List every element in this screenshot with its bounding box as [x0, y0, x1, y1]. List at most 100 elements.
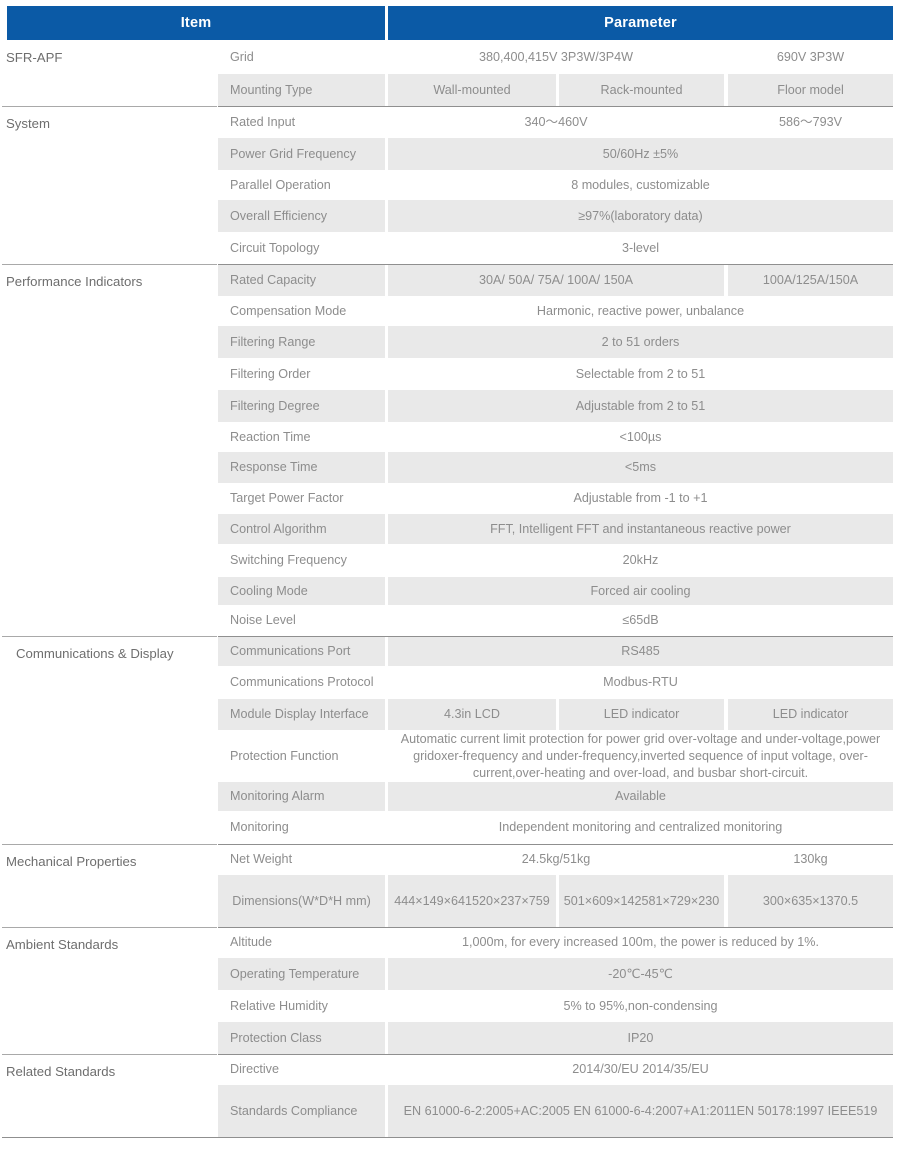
- row-value: 340～460V: [388, 106, 724, 138]
- row-value: Floor model: [728, 74, 893, 106]
- table-row: Monitoring AlarmAvailable: [0, 782, 900, 811]
- group-cell: [0, 483, 218, 514]
- section-rule: [218, 927, 893, 928]
- group-cell: Performance Indicators: [0, 264, 218, 296]
- row-value: 20kHz: [388, 544, 893, 577]
- group-cell: [0, 200, 218, 232]
- group-cell: [0, 730, 218, 782]
- row-value: Harmonic, reactive power, unbalance: [388, 296, 893, 326]
- table-row: Filtering OrderSelectable from 2 to 51: [0, 358, 900, 390]
- row-label: Filtering Degree: [218, 390, 385, 422]
- row-value: Modbus-RTU: [388, 666, 893, 699]
- row-label: Operating Temperature: [218, 958, 385, 990]
- spec-table-page: Item Parameter SFR-APFGrid380,400,415V 3…: [0, 0, 900, 1175]
- table-row: Communications ProtocolModbus-RTU: [0, 666, 900, 699]
- table-row: Cooling ModeForced air cooling: [0, 577, 900, 605]
- group-label-communications-display: Communications & Display: [16, 646, 222, 661]
- row-label: Cooling Mode: [218, 577, 385, 605]
- row-label: Rated Input: [218, 106, 385, 138]
- row-label: Communications Port: [218, 636, 385, 666]
- row-value: 690V 3P3W: [728, 40, 893, 74]
- group-separator-rule: [2, 636, 217, 637]
- table-bottom-rule: [2, 1137, 893, 1138]
- table-row: Mounting TypeWall-mountedRack-mountedFlo…: [0, 74, 900, 106]
- table-row: MonitoringIndependent monitoring and cen…: [0, 811, 900, 844]
- row-value: FFT, Intelligent FFT and instantaneous r…: [388, 514, 893, 544]
- row-value: LED indicator: [728, 699, 893, 730]
- row-value: 4.3in LCD: [388, 699, 556, 730]
- section-rule: [218, 1054, 893, 1055]
- group-cell: [0, 605, 218, 636]
- row-value: 130kg: [728, 844, 893, 875]
- table-row: Compensation ModeHarmonic, reactive powe…: [0, 296, 900, 326]
- row-label: Rated Capacity: [218, 264, 385, 296]
- row-value: 2014/30/EU 2014/35/EU: [388, 1054, 893, 1085]
- spec-table-body: SFR-APFGrid380,400,415V 3P3W/3P4W690V 3P…: [0, 40, 900, 1137]
- group-cell: [0, 544, 218, 577]
- table-row: Operating Temperature-20℃-45℃: [0, 958, 900, 990]
- row-value: Selectable from 2 to 51: [388, 358, 893, 390]
- table-row: Parallel Operation8 modules, customizabl…: [0, 170, 900, 200]
- row-label: Communications Protocol: [218, 666, 385, 699]
- table-row: Standards ComplianceEN 61000-6-2:2005+AC…: [0, 1085, 900, 1137]
- section-rule: [218, 844, 893, 845]
- row-label: Altitude: [218, 927, 385, 958]
- group-separator-rule: [2, 106, 217, 107]
- row-label: Net Weight: [218, 844, 385, 875]
- group-cell: [0, 390, 218, 422]
- table-row: Noise Level≤65dB: [0, 605, 900, 636]
- table-row: Filtering DegreeAdjustable from 2 to 51: [0, 390, 900, 422]
- row-value: ≤65dB: [388, 605, 893, 636]
- row-value: RS485: [388, 636, 893, 666]
- row-value: 8 modules, customizable: [388, 170, 893, 200]
- group-cell: [0, 782, 218, 811]
- group-cell: [0, 358, 218, 390]
- table-row: Overall Efficiency≥97%(laboratory data): [0, 200, 900, 232]
- table-row: Reaction Time<100µs: [0, 422, 900, 452]
- row-value: LED indicator: [559, 699, 724, 730]
- row-label: Circuit Topology: [218, 232, 385, 264]
- group-cell: System: [0, 106, 218, 138]
- row-label: Standards Compliance: [218, 1085, 385, 1137]
- table-row: Protection FunctionAutomatic current lim…: [0, 730, 900, 782]
- table-row: Response Time<5ms: [0, 452, 900, 483]
- row-label: Monitoring: [218, 811, 385, 844]
- table-row: Mechanical PropertiesNet Weight24.5kg/51…: [0, 844, 900, 875]
- row-label: Module Display Interface: [218, 699, 385, 730]
- group-label-performance-indicators: Performance Indicators: [6, 274, 212, 289]
- row-label: Directive: [218, 1054, 385, 1085]
- group-cell: [0, 296, 218, 326]
- row-label: Protection Function: [218, 730, 385, 782]
- row-value: Wall-mounted: [388, 74, 556, 106]
- row-label: Grid: [218, 40, 385, 74]
- row-value: ≥97%(laboratory data): [388, 200, 893, 232]
- group-cell: SFR-APF: [0, 40, 218, 74]
- row-value: Independent monitoring and centralized m…: [388, 811, 893, 844]
- row-label: Filtering Range: [218, 326, 385, 358]
- row-label: Target Power Factor: [218, 483, 385, 514]
- row-label: Switching Frequency: [218, 544, 385, 577]
- row-label: Parallel Operation: [218, 170, 385, 200]
- row-value: Forced air cooling: [388, 577, 893, 605]
- row-value: 3-level: [388, 232, 893, 264]
- row-value: 30A/ 50A/ 75A/ 100A/ 150A: [388, 264, 724, 296]
- table-row: Communications & DisplayCommunications P…: [0, 636, 900, 666]
- group-cell: [0, 990, 218, 1022]
- table-row: Performance Indicators Rated Capacity30A/…: [0, 264, 900, 296]
- table-row: Relative Humidity5% to 95%,non-condensin…: [0, 990, 900, 1022]
- group-cell: [0, 577, 218, 605]
- row-label: Response Time: [218, 452, 385, 483]
- row-value: EN 61000-6-2:2005+AC:2005 EN 61000-6-4:2…: [388, 1085, 893, 1137]
- row-label: Overall Efficiency: [218, 200, 385, 232]
- row-value: 24.5kg/51kg: [388, 844, 724, 875]
- table-row: Circuit Topology3-level: [0, 232, 900, 264]
- row-value: 501×609×142581×729×230: [559, 875, 724, 927]
- table-row: Switching Frequency20kHz: [0, 544, 900, 577]
- row-label: Mounting Type: [218, 74, 385, 106]
- row-label: Reaction Time: [218, 422, 385, 452]
- row-label: Protection Class: [218, 1022, 385, 1054]
- row-value: 50/60Hz ±5%: [388, 138, 893, 170]
- row-value: <5ms: [388, 452, 893, 483]
- group-cell: [0, 811, 218, 844]
- row-value: Automatic current limit protection for p…: [388, 730, 893, 782]
